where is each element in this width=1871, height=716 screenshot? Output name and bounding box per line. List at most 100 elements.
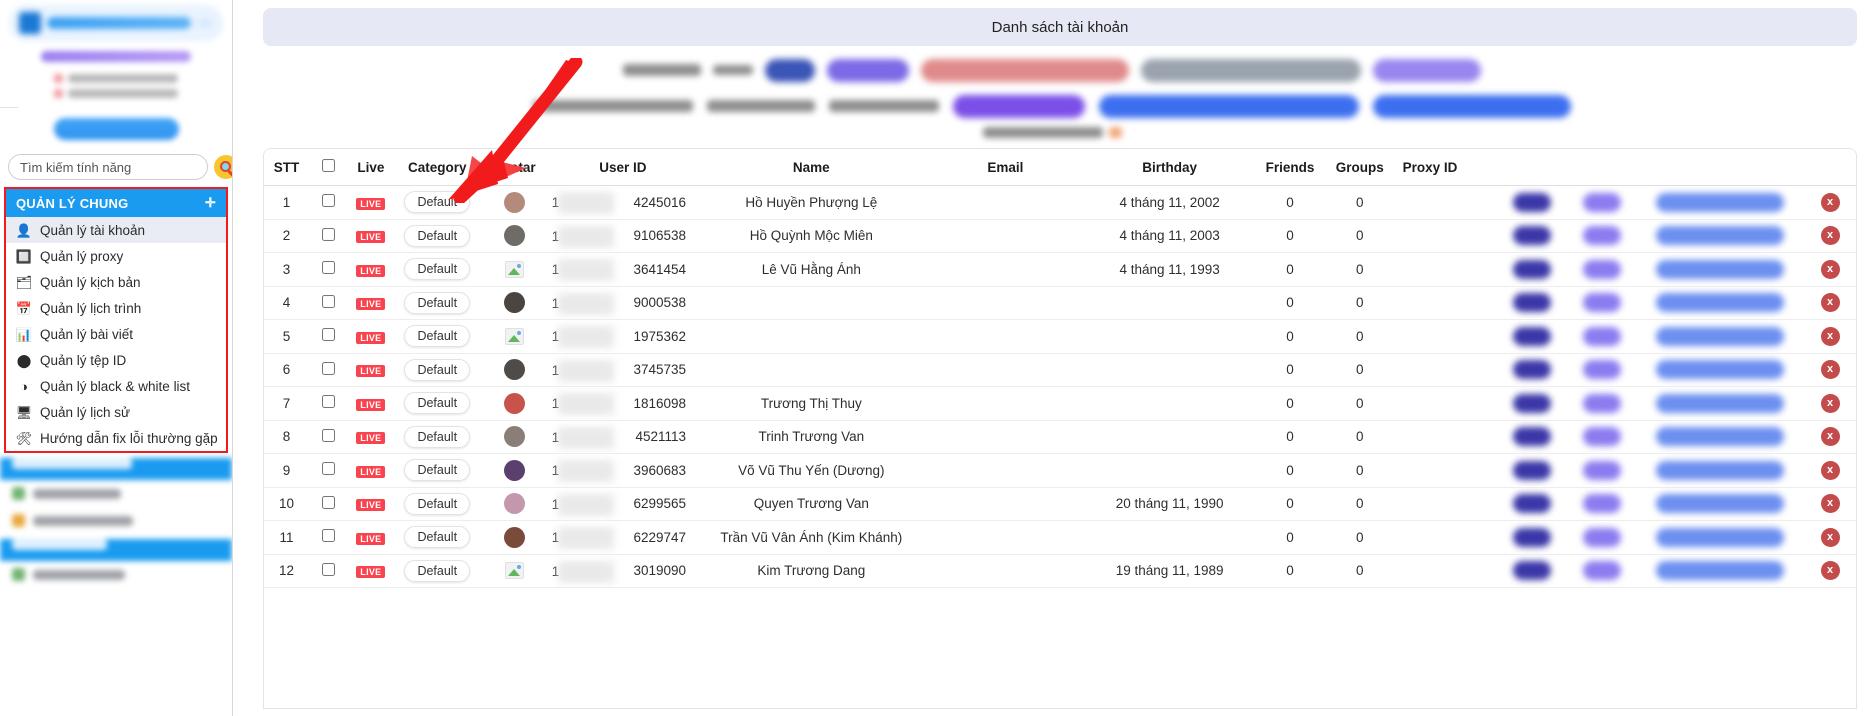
row-checkbox[interactable] <box>322 429 335 442</box>
expand-icon[interactable]: ✛ <box>205 195 216 211</box>
table-row[interactable]: 10LIVEDefault16299565Quyen Trương Van20 … <box>264 487 1856 521</box>
row-action-button-redacted-1[interactable] <box>1513 293 1551 312</box>
delete-row-button[interactable]: x <box>1821 427 1840 446</box>
row-action-button-redacted-3[interactable] <box>1656 226 1784 245</box>
sidebar-item-quan-ly-black-white-list[interactable]: ◑ Quản lý black & white list <box>6 373 226 399</box>
toolbar-button-redacted-4[interactable] <box>1141 59 1361 82</box>
row-action-button-redacted-3[interactable] <box>1656 327 1784 346</box>
search-input[interactable] <box>8 154 208 180</box>
category-button[interactable]: Default <box>404 292 470 314</box>
row-action-button-redacted-1[interactable] <box>1513 494 1551 513</box>
row-action-button-redacted-2[interactable] <box>1583 528 1621 547</box>
row-action-button-redacted-3[interactable] <box>1656 528 1784 547</box>
nav-group-header[interactable]: QUẢN LÝ CHUNG ✛ <box>6 189 226 217</box>
row-action-button-redacted-2[interactable] <box>1583 427 1621 446</box>
row-checkbox[interactable] <box>322 194 335 207</box>
sidebar-item-huong-dan-fix-loi[interactable]: 🛠 Hướng dẫn fix lỗi thường gặp <box>6 425 226 451</box>
select-all-checkbox[interactable] <box>322 159 335 172</box>
table-row[interactable]: 7LIVEDefault11816098Trương Thị Thuy00x <box>264 387 1856 421</box>
table-row[interactable]: 8LIVEDefault14521113Trinh Trương Van00x <box>264 420 1856 454</box>
row-action-button-redacted-1[interactable] <box>1513 427 1551 446</box>
row-action-button-redacted-3[interactable] <box>1656 494 1784 513</box>
row-checkbox[interactable] <box>322 496 335 509</box>
category-button[interactable]: Default <box>404 191 470 213</box>
toolbar-button-redacted-8[interactable] <box>1373 95 1571 118</box>
toolbar-button-redacted-3[interactable] <box>921 59 1129 82</box>
category-button[interactable]: Default <box>404 359 470 381</box>
delete-row-button[interactable]: x <box>1821 293 1840 312</box>
row-action-button-redacted-3[interactable] <box>1656 394 1784 413</box>
toolbar-button-redacted-7[interactable] <box>1099 95 1359 118</box>
row-checkbox[interactable] <box>322 228 335 241</box>
row-action-button-redacted-3[interactable] <box>1656 461 1784 480</box>
table-row[interactable]: 3LIVEDefault13641454Lê Vũ Hằng Ánh4 thán… <box>264 253 1856 287</box>
row-action-button-redacted-2[interactable] <box>1583 193 1621 212</box>
row-action-button-redacted-1[interactable] <box>1513 226 1551 245</box>
category-button[interactable]: Default <box>404 225 470 247</box>
category-button[interactable]: Default <box>404 325 470 347</box>
row-action-button-redacted-2[interactable] <box>1583 226 1621 245</box>
category-button[interactable]: Default <box>404 459 470 481</box>
row-checkbox[interactable] <box>322 261 335 274</box>
toolbar-button-redacted-2[interactable] <box>827 59 909 82</box>
row-checkbox[interactable] <box>322 563 335 576</box>
sidebar-item-quan-ly-tep-id[interactable]: ⬤ Quản lý tệp ID <box>6 347 226 373</box>
delete-row-button[interactable]: x <box>1821 494 1840 513</box>
search-icon[interactable] <box>214 155 233 179</box>
row-action-button-redacted-2[interactable] <box>1583 360 1621 379</box>
row-action-button-redacted-1[interactable] <box>1513 461 1551 480</box>
row-action-button-redacted-2[interactable] <box>1583 260 1621 279</box>
row-action-button-redacted-3[interactable] <box>1656 193 1784 212</box>
table-row[interactable]: 5LIVEDefault1197536200x <box>264 320 1856 354</box>
row-action-button-redacted-2[interactable] <box>1583 561 1621 580</box>
sidebar-item-quan-ly-bai-viet[interactable]: 📊 Quản lý bài viết <box>6 321 226 347</box>
row-action-button-redacted-1[interactable] <box>1513 193 1551 212</box>
category-button[interactable]: Default <box>404 258 470 280</box>
row-action-button-redacted-3[interactable] <box>1656 561 1784 580</box>
row-action-button-redacted-1[interactable] <box>1513 561 1551 580</box>
row-action-button-redacted-3[interactable] <box>1656 360 1784 379</box>
category-button[interactable]: Default <box>404 392 470 414</box>
table-row[interactable]: 9LIVEDefault13960683Võ Vũ Thu Yến (Dương… <box>264 454 1856 488</box>
delete-row-button[interactable]: x <box>1821 193 1840 212</box>
row-checkbox[interactable] <box>322 462 335 475</box>
row-action-button-redacted-1[interactable] <box>1513 327 1551 346</box>
delete-row-button[interactable]: x <box>1821 226 1840 245</box>
row-checkbox[interactable] <box>322 295 335 308</box>
sidebar-item-quan-ly-proxy[interactable]: 🔲 Quản lý proxy <box>6 243 226 269</box>
account-card[interactable] <box>10 6 222 40</box>
delete-row-button[interactable]: x <box>1821 260 1840 279</box>
row-action-button-redacted-2[interactable] <box>1583 327 1621 346</box>
row-action-button-redacted-2[interactable] <box>1583 461 1621 480</box>
delete-row-button[interactable]: x <box>1821 327 1840 346</box>
table-row[interactable]: 4LIVEDefault1900053800x <box>264 286 1856 320</box>
row-action-button-redacted-1[interactable] <box>1513 260 1551 279</box>
row-action-button-redacted-3[interactable] <box>1656 260 1784 279</box>
sidebar-item-redacted-1[interactable] <box>0 480 232 507</box>
toolbar-button-redacted-1[interactable] <box>765 59 815 82</box>
dropdown-redacted-1[interactable] <box>707 100 815 112</box>
row-checkbox[interactable] <box>322 529 335 542</box>
row-action-button-redacted-2[interactable] <box>1583 494 1621 513</box>
row-action-button-redacted-1[interactable] <box>1513 528 1551 547</box>
row-action-button-redacted-1[interactable] <box>1513 360 1551 379</box>
sidebar-item-quan-ly-lich-su[interactable]: 🖥 Quản lý lịch sử <box>6 399 226 425</box>
nav-group-header-redacted-2[interactable] <box>0 539 232 561</box>
toolbar-button-redacted-5[interactable] <box>1373 59 1481 82</box>
website-link-redacted[interactable] <box>0 49 232 67</box>
nav-group-header-redacted-1[interactable] <box>0 458 232 480</box>
sidebar-item-quan-ly-kich-ban[interactable]: 🗂 Quản lý kịch bản <box>6 269 226 295</box>
row-action-button-redacted-2[interactable] <box>1583 394 1621 413</box>
row-checkbox[interactable] <box>322 395 335 408</box>
sidebar-item-redacted-2[interactable] <box>0 507 232 534</box>
dropdown-redacted-2[interactable] <box>829 100 939 112</box>
upgrade-button-redacted[interactable] <box>0 118 232 140</box>
delete-row-button[interactable]: x <box>1821 394 1840 413</box>
sidebar-item-quan-ly-lich-trinh[interactable]: 📅 Quản lý lịch trình <box>6 295 226 321</box>
row-action-button-redacted-2[interactable] <box>1583 293 1621 312</box>
table-row[interactable]: 12LIVEDefault13019090Kim Trương Dang19 t… <box>264 554 1856 588</box>
delete-row-button[interactable]: x <box>1821 528 1840 547</box>
table-row[interactable]: 11LIVEDefault16229747Trần Vũ Vân Ánh (Ki… <box>264 521 1856 555</box>
category-button[interactable]: Default <box>404 426 470 448</box>
row-action-button-redacted-3[interactable] <box>1656 293 1784 312</box>
